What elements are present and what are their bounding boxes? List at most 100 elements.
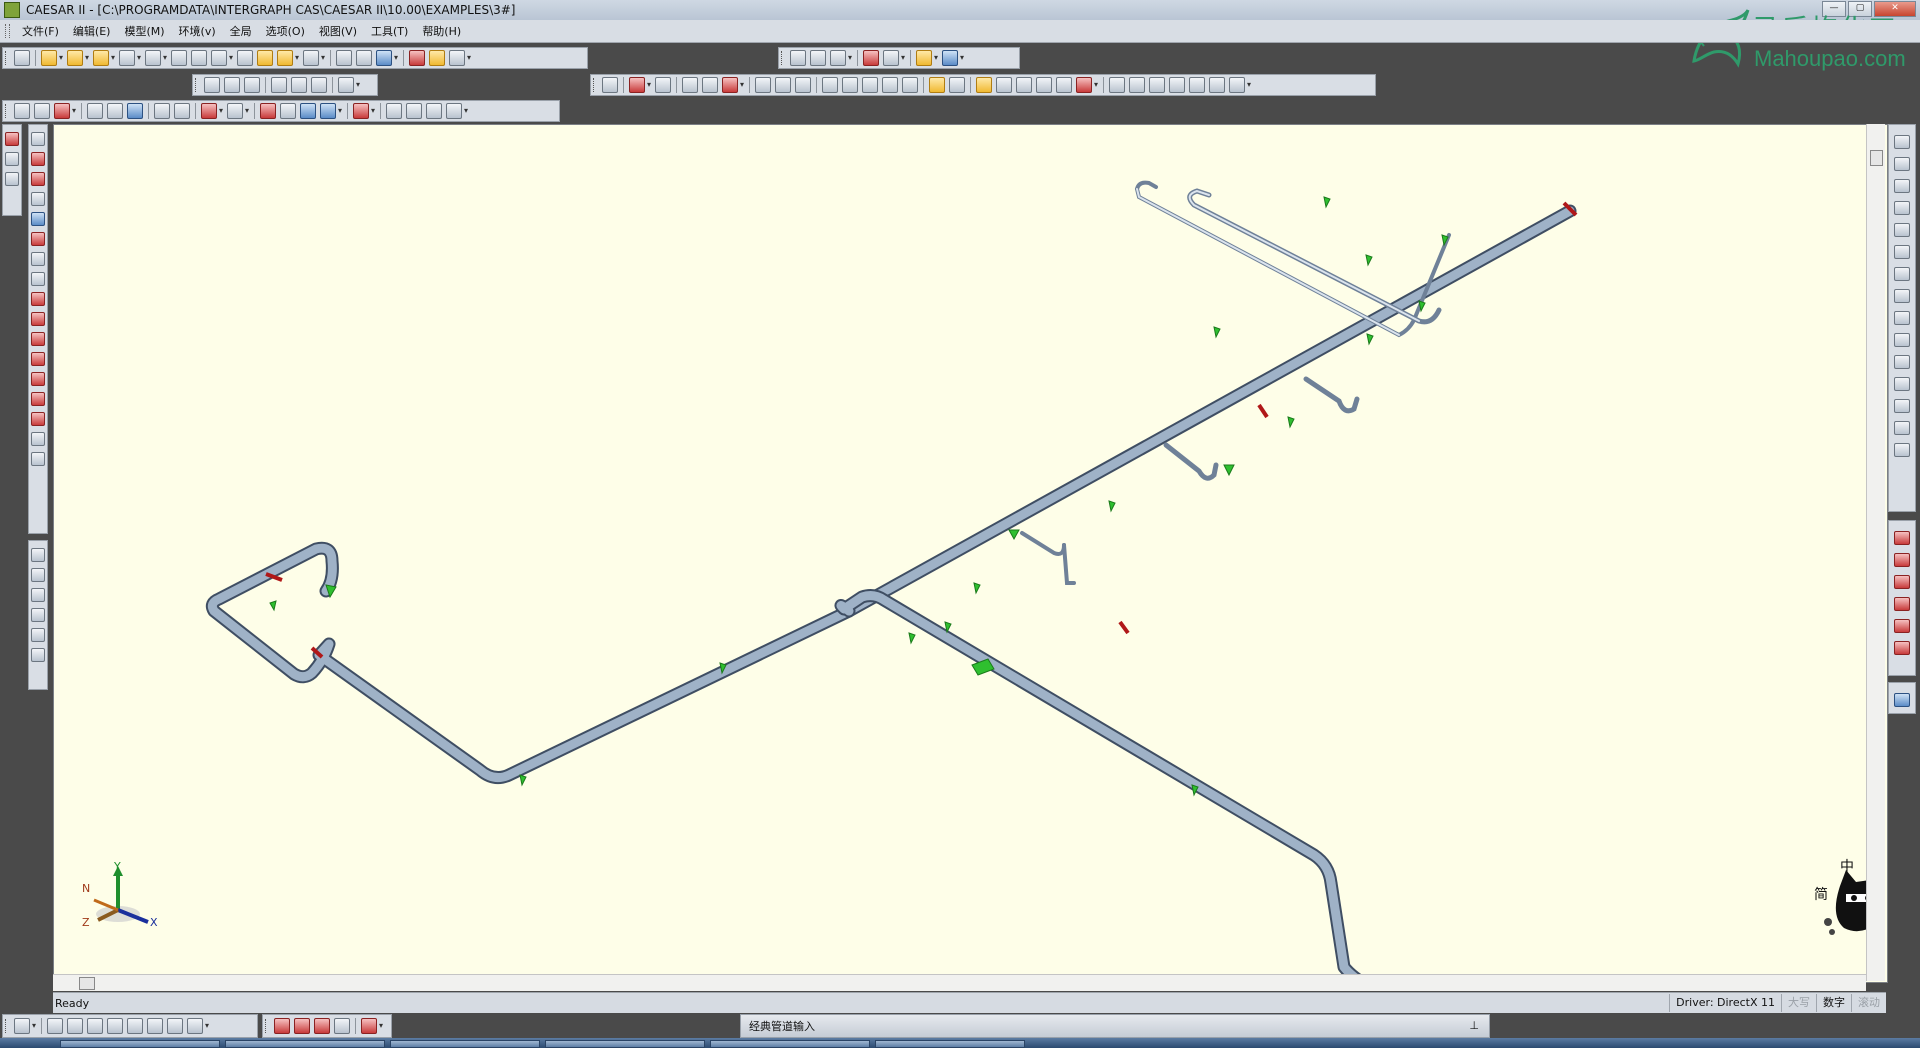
- dropdown-arrow-icon[interactable]: ▾: [111, 50, 117, 66]
- dropdown-arrow-icon[interactable]: ▾: [394, 50, 400, 66]
- uniform-loads-icon[interactable]: [31, 352, 45, 366]
- dropdown-arrow-icon[interactable]: ▾: [848, 50, 854, 66]
- dimension-icon[interactable]: [41, 50, 57, 66]
- display-icon[interactable]: [93, 50, 109, 66]
- dropdown-arrow-icon[interactable]: ▾: [229, 50, 235, 66]
- menu-help[interactable]: 帮助(H): [415, 23, 468, 39]
- brush-icon[interactable]: [294, 1018, 310, 1034]
- angle-icon[interactable]: [119, 50, 135, 66]
- support-icon[interactable]: [1894, 531, 1910, 545]
- scroll-thumb[interactable]: [79, 977, 95, 990]
- pipe-supports[interactable]: [269, 196, 1449, 797]
- cut-icon[interactable]: [271, 77, 287, 93]
- toolbar-grip[interactable]: [195, 78, 199, 92]
- report-icon[interactable]: [353, 103, 369, 119]
- menu-global[interactable]: 全局: [223, 23, 259, 39]
- error-check-icon[interactable]: [409, 50, 425, 66]
- dropdown-arrow-icon[interactable]: ▾: [295, 50, 301, 66]
- graph-view-icon[interactable]: [187, 1018, 203, 1034]
- delete-element-icon[interactable]: [31, 648, 45, 662]
- node-icon[interactable]: [87, 103, 103, 119]
- refresh-icon[interactable]: [5, 152, 19, 166]
- ship-icon[interactable]: [942, 50, 958, 66]
- pipe-main-run[interactable]: [205, 204, 1577, 982]
- dropdown-arrow-icon[interactable]: ▾: [934, 50, 940, 66]
- copy-icon[interactable]: [291, 77, 307, 93]
- pipe-icon[interactable]: [31, 132, 45, 146]
- right-view-icon[interactable]: [1209, 77, 1225, 93]
- anchor-icon[interactable]: [426, 103, 442, 119]
- ime-mascot[interactable]: 中 简: [1810, 856, 1900, 949]
- tool-icon[interactable]: [1894, 267, 1910, 281]
- paste-view-icon[interactable]: [810, 50, 826, 66]
- iso-view-icon[interactable]: [1229, 77, 1245, 93]
- ime-mode-label[interactable]: 中: [1840, 856, 1854, 876]
- top-view-icon[interactable]: [1149, 77, 1165, 93]
- tool-icon[interactable]: [1894, 201, 1910, 215]
- dropdown-arrow-icon[interactable]: ▾: [137, 50, 143, 66]
- lock-icon[interactable]: [5, 172, 19, 186]
- first-element-icon[interactable]: [31, 548, 45, 562]
- print-icon[interactable]: [338, 77, 354, 93]
- tee-icon[interactable]: [446, 103, 462, 119]
- silhouette-mode-icon[interactable]: [1016, 77, 1032, 93]
- grid-icon[interactable]: [14, 50, 30, 66]
- front-view-icon[interactable]: [1109, 77, 1125, 93]
- tool-icon[interactable]: [1894, 421, 1910, 435]
- nozzle-flex-icon[interactable]: [31, 292, 45, 306]
- table-view-icon[interactable]: [47, 1018, 63, 1034]
- filter-icon[interactable]: [257, 50, 273, 66]
- dropdown-arrow-icon[interactable]: ▾: [1247, 77, 1253, 93]
- reducer-icon[interactable]: [31, 212, 45, 226]
- taskbar-button[interactable]: [710, 1040, 870, 1048]
- rotate-icon[interactable]: [842, 77, 858, 93]
- error-icon[interactable]: [5, 132, 19, 146]
- link-icon[interactable]: [280, 103, 296, 119]
- dropdown-arrow-icon[interactable]: ▾: [901, 50, 907, 66]
- hidden-mode-icon[interactable]: [1056, 77, 1072, 93]
- menu-environment[interactable]: 环境(v): [172, 23, 223, 39]
- list-icon[interactable]: [602, 77, 618, 93]
- dropdown-arrow-icon[interactable]: ▾: [245, 103, 251, 119]
- elevation-icon[interactable]: [145, 50, 161, 66]
- undo-icon[interactable]: [31, 432, 45, 446]
- centerline-mode-icon[interactable]: [996, 77, 1012, 93]
- ime-script-label[interactable]: 简: [1814, 884, 1828, 904]
- chain-icon[interactable]: [300, 103, 316, 119]
- pipe-branches[interactable]: [1020, 180, 1451, 585]
- support-icon[interactable]: [1894, 597, 1910, 611]
- tool-icon[interactable]: [1894, 179, 1910, 193]
- temperature-icon[interactable]: [201, 103, 217, 119]
- toolbar-grip[interactable]: [265, 1019, 269, 1033]
- toolbar-grip[interactable]: [593, 78, 597, 92]
- nozzle-icon[interactable]: [211, 50, 227, 66]
- toolbar-grip[interactable]: [5, 51, 9, 65]
- select-pointer-icon[interactable]: [929, 77, 945, 93]
- up-arrow-icon[interactable]: [449, 50, 465, 66]
- tool-icon[interactable]: [1894, 289, 1910, 303]
- taskbar-button[interactable]: [545, 1040, 705, 1048]
- vessel-icon[interactable]: [14, 103, 30, 119]
- offsets-icon[interactable]: [31, 392, 45, 406]
- dropdown-arrow-icon[interactable]: ▾: [72, 103, 78, 119]
- zoom-in-icon[interactable]: [775, 77, 791, 93]
- dropdown-arrow-icon[interactable]: ▾: [356, 77, 362, 93]
- zoom-extents-icon[interactable]: [795, 77, 811, 93]
- classic-piping-input-panel[interactable]: 经典管道输入 ⊥: [740, 1014, 1490, 1038]
- dropdown-arrow-icon[interactable]: ▾: [219, 103, 225, 119]
- save-icon[interactable]: [244, 77, 260, 93]
- measure-icon[interactable]: [655, 77, 671, 93]
- node-back-icon[interactable]: [107, 103, 123, 119]
- fill-icon[interactable]: [702, 77, 718, 93]
- zoom-window-icon[interactable]: [755, 77, 771, 93]
- dropdown-arrow-icon[interactable]: ▾: [1094, 77, 1100, 93]
- paste-icon[interactable]: [311, 77, 327, 93]
- vertical-scrollbar[interactable]: [1866, 124, 1885, 981]
- pencil-icon[interactable]: [1894, 693, 1910, 707]
- dropdown-arrow-icon[interactable]: ▾: [321, 50, 327, 66]
- tool-icon[interactable]: [1894, 443, 1910, 457]
- cursor-icon[interactable]: [949, 77, 965, 93]
- wind-loads-icon[interactable]: [31, 372, 45, 386]
- force-icon[interactable]: [303, 50, 319, 66]
- tool-icon[interactable]: [1894, 245, 1910, 259]
